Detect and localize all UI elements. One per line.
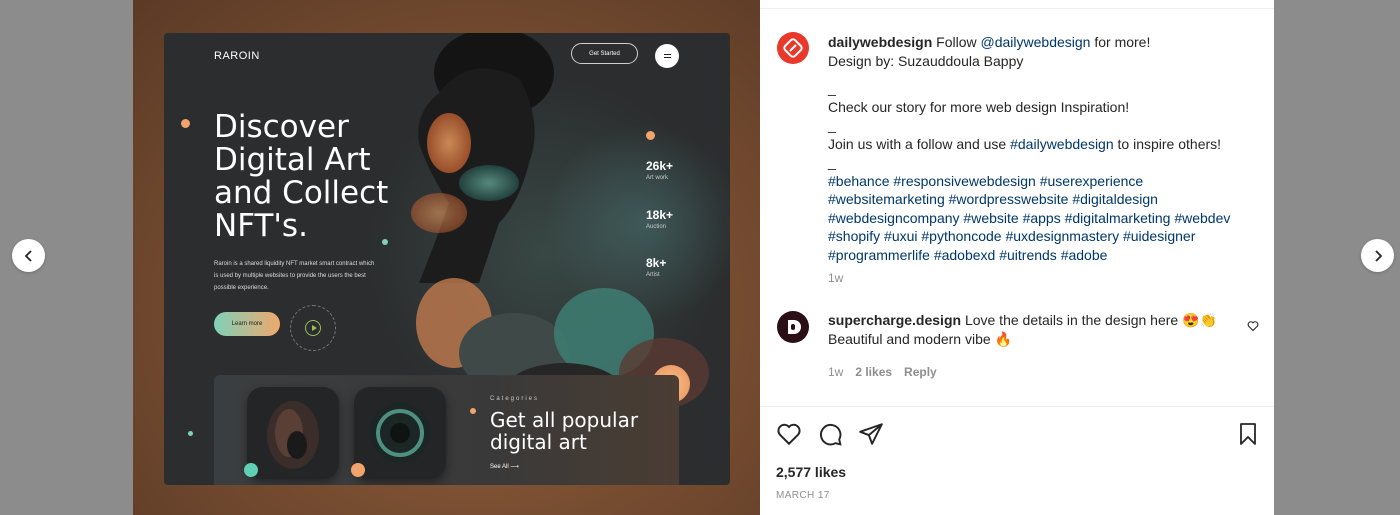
post-time[interactable]: 1w: [828, 271, 843, 285]
comment-time[interactable]: 1w: [828, 365, 843, 379]
stat-number: 18k+: [646, 208, 674, 222]
learn-more-button: Learn more: [214, 312, 280, 336]
see-all-link: See All ⟶: [490, 464, 519, 470]
brand-logo-icon: [788, 320, 801, 334]
design-credit: Design by: Suzauddoula Bappy: [828, 52, 1024, 69]
get-started-button: Get Started: [571, 43, 638, 64]
heart-icon[interactable]: [776, 421, 802, 447]
decor-dot: [382, 239, 388, 245]
decor-dot: [181, 119, 190, 128]
actions-divider: [760, 406, 1274, 407]
chevron-left-icon: [24, 249, 32, 262]
stat-auction: 18k+ Auction: [646, 208, 673, 230]
header-divider: [760, 8, 1274, 9]
decor-dot: [470, 408, 476, 414]
categories-title: Get all popular digital art: [490, 408, 639, 454]
separator: _: [828, 80, 836, 96]
stat-label: Artist: [646, 272, 660, 278]
likes-count[interactable]: 2,577 likes: [776, 464, 846, 480]
bookmark-icon: [1240, 423, 1256, 445]
separator: _: [828, 154, 836, 170]
save-button[interactable]: [1236, 421, 1260, 452]
art-thumbnail: [354, 387, 446, 479]
commenter-avatar[interactable]: [777, 311, 809, 343]
hashtag-link[interactable]: #dailywebdesign: [1010, 136, 1114, 152]
decor-dot: [646, 131, 655, 140]
caption-text: Follow: [936, 34, 977, 50]
previous-post-button[interactable]: [12, 239, 45, 272]
caption-text: to inspire others!: [1117, 135, 1222, 152]
hashtag-list[interactable]: #behance #responsivewebdesign #userexper…: [828, 172, 1258, 265]
play-video-button: [290, 305, 336, 351]
categories-panel: Categories Get all popular digital art S…: [214, 375, 679, 485]
action-bar: [776, 421, 884, 447]
stat-label: Art work: [646, 175, 669, 181]
stat-label: Auction: [646, 224, 667, 230]
brand-logo: RAROIN: [214, 50, 260, 62]
author-avatar[interactable]: [777, 32, 809, 64]
comment-icon[interactable]: [817, 421, 843, 447]
comment-meta: 1w 2 likes Reply: [828, 365, 937, 379]
post-sidebar: dailywebdesign Follow @dailywebdesign fo…: [760, 0, 1274, 515]
art-thumbnail: [247, 387, 339, 479]
brand-logo-icon: [783, 38, 803, 58]
reply-button[interactable]: Reply: [904, 365, 937, 379]
play-icon: [305, 320, 321, 336]
chevron-right-icon: [1374, 249, 1382, 262]
heart-icon: [1247, 321, 1259, 332]
comment: supercharge.design Love the details in t…: [828, 311, 1228, 348]
post-image: RAROIN Get Started Discover Digital Art …: [133, 0, 760, 515]
post-modal: RAROIN Get Started Discover Digital Art …: [133, 0, 1274, 515]
next-post-button[interactable]: [1361, 239, 1394, 272]
post-date[interactable]: MARCH 17: [776, 490, 830, 501]
stat-number: 8k+: [646, 256, 667, 270]
story-line: Check our story for more web design Insp…: [828, 98, 1130, 115]
decor-dot: [351, 463, 365, 477]
menu-icon: [655, 44, 679, 68]
author-username[interactable]: dailywebdesign: [828, 34, 932, 50]
caption-text: Join us with a follow and use: [828, 135, 1007, 152]
hero-description: Raroin is a shared liquidity NFT market …: [214, 261, 375, 291]
decor-dot: [244, 463, 258, 477]
mention-link[interactable]: @dailywebdesign: [981, 34, 1091, 50]
commenter-username[interactable]: supercharge.design: [828, 312, 961, 328]
stat-number: 26k+: [646, 159, 674, 173]
post-caption: dailywebdesign Follow @dailywebdesign fo…: [828, 33, 1258, 264]
comment-like-button[interactable]: [1247, 319, 1259, 337]
share-icon[interactable]: [858, 421, 884, 447]
design-mockup: RAROIN Get Started Discover Digital Art …: [164, 33, 730, 485]
comment-likes[interactable]: 2 likes: [855, 365, 892, 379]
categories-label: Categories: [490, 396, 540, 402]
decor-dot: [188, 431, 193, 436]
separator: _: [828, 117, 836, 133]
stat-artwork: 26k+ Art work: [646, 159, 673, 181]
caption-text: for more!: [1094, 34, 1151, 50]
hero-title: Discover Digital Art and Collect NFT's.: [214, 109, 389, 244]
stat-artist: 8k+ Artist: [646, 256, 666, 278]
